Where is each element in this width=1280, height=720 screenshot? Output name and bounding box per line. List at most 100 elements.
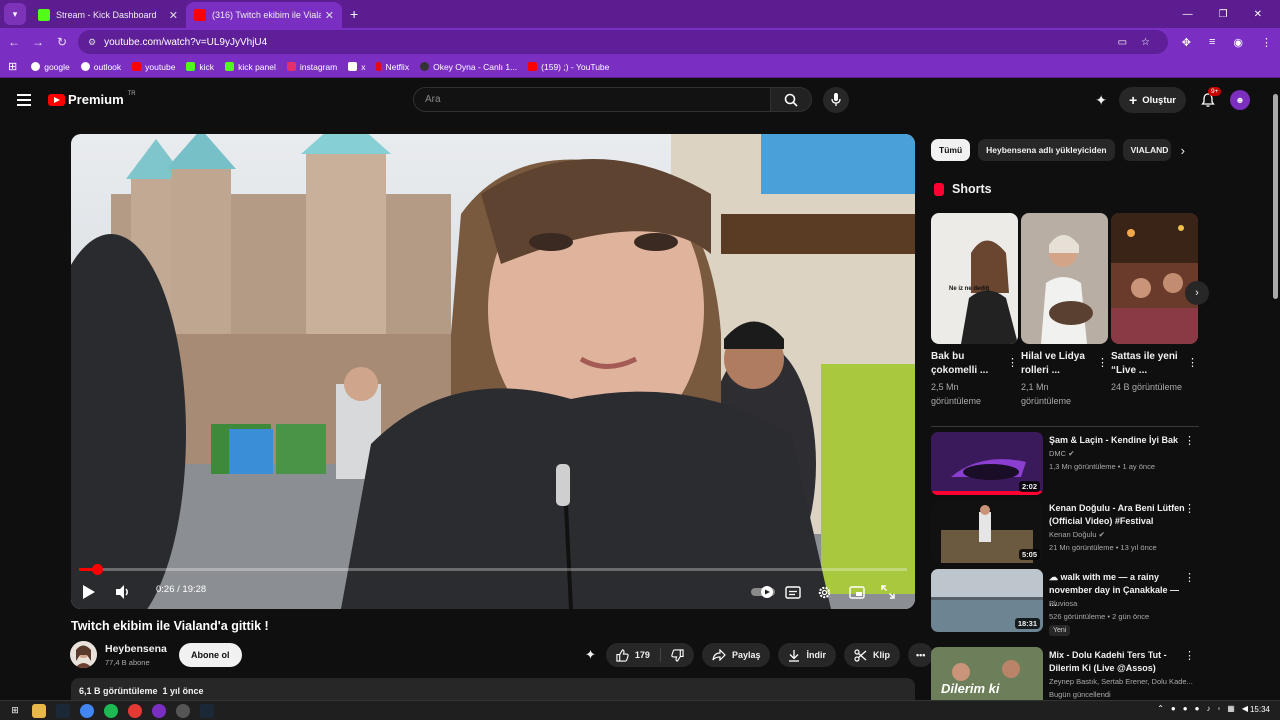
bookmark-star-icon[interactable]: ☆ — [1141, 37, 1150, 48]
extensions-icon[interactable]: ✥ — [1182, 36, 1191, 49]
short-item[interactable]: Hilal ve Lidya rolleri ... 2,1 Mn görünt… — [1021, 213, 1108, 408]
recommendation-item[interactable]: 18:31 ☁ walk with me — a rainy november … — [931, 569, 1201, 636]
chip-all[interactable]: Tümü — [931, 139, 971, 161]
chrome-icon[interactable] — [80, 703, 94, 718]
chevron-up-icon[interactable]: ⌃ — [1157, 704, 1164, 713]
subscribe-button[interactable]: Abone ol — [179, 643, 242, 667]
tab-kick-dashboard[interactable]: Stream - Kick Dashboard ✕ — [30, 2, 186, 28]
play-button[interactable] — [82, 581, 96, 603]
clip-button[interactable]: Klip — [843, 643, 900, 667]
tray-app-icon[interactable]: ● — [1183, 704, 1188, 713]
short-item[interactable]: Ne iz ne dediğ Bak bu çokomelli ... 2,5 … — [931, 213, 1018, 408]
volume-tray-icon[interactable]: ♪ — [1206, 704, 1210, 713]
channel-name[interactable]: Heybensena — [105, 643, 167, 655]
recommendation-item[interactable]: 5:05 Kenan Doğulu - Ara Beni Lütfen (Off… — [931, 500, 1201, 563]
more-vertical-icon[interactable]: ⋮ — [1184, 571, 1195, 584]
create-button[interactable]: + Oluştur — [1119, 87, 1186, 113]
chip-vialand[interactable]: VIALAND — [1122, 139, 1171, 161]
short-item[interactable]: Sattas ile yeni “Live ... 24 B görüntüle… — [1111, 213, 1198, 394]
more-vertical-icon[interactable]: ⋮ — [1097, 356, 1108, 369]
notifications-button[interactable]: 9+ — [1198, 87, 1222, 110]
bookmark-google[interactable]: google — [31, 62, 70, 72]
bookmark-youtube-2[interactable]: (159) ;) - YouTube — [528, 62, 609, 72]
ai-sparkle-icon[interactable]: ✦ — [1095, 92, 1107, 109]
bookmark-okey[interactable]: Okey Oyna - Canlı 1... — [420, 62, 517, 72]
download-button[interactable]: İndir — [778, 643, 836, 667]
video-player[interactable]: 0:26 / 19:28 — [71, 134, 915, 609]
reading-list-icon[interactable]: ≡ — [1209, 36, 1215, 48]
account-avatar[interactable]: ☻ — [1230, 90, 1250, 110]
back-icon[interactable]: ← — [2, 35, 26, 49]
file-explorer-icon[interactable] — [32, 703, 46, 718]
share-button[interactable]: Paylaş — [701, 643, 771, 667]
autoplay-toggle[interactable] — [751, 581, 775, 603]
tray-app-icon[interactable]: ● — [1195, 704, 1200, 713]
ask-ai-icon[interactable]: ✦ — [585, 647, 596, 663]
restore-icon[interactable]: ❐ — [1219, 9, 1228, 20]
views-and-date: 6,1 B görüntüleme 1 yıl önce — [79, 686, 204, 696]
more-actions-button[interactable]: ••• — [907, 643, 934, 667]
progress-bar[interactable] — [79, 564, 907, 575]
opera-icon[interactable] — [128, 703, 142, 718]
channel-avatar[interactable] — [70, 641, 97, 668]
shorts-next-button[interactable]: › — [1185, 281, 1209, 305]
mic-tray-icon[interactable]: ◦ — [1217, 704, 1220, 713]
bookmark-kick[interactable]: kick — [186, 62, 214, 72]
tray-app-icon[interactable]: ● — [1171, 704, 1176, 713]
tab-youtube-video[interactable]: (316) Twitch ekibim ile Vialand'... ✕ — [186, 2, 342, 28]
miniplayer-button[interactable] — [849, 581, 865, 603]
subtitles-button[interactable] — [785, 581, 801, 603]
video-frame — [71, 134, 915, 609]
forward-icon[interactable]: → — [26, 35, 50, 49]
bookmark-youtube[interactable]: youtube — [132, 62, 175, 72]
settings-button[interactable] — [817, 581, 832, 603]
page-scrollbar[interactable] — [1271, 80, 1280, 700]
windows-start-icon[interactable]: ⊞ — [8, 704, 22, 718]
more-vertical-icon[interactable]: ⋮ — [1007, 356, 1018, 369]
dislike-button[interactable] — [661, 643, 694, 667]
bookmark-instagram[interactable]: instagram — [286, 62, 337, 72]
steam-icon[interactable] — [56, 703, 70, 718]
reload-icon[interactable]: ↻ — [50, 35, 74, 49]
search-input[interactable]: Ara — [413, 87, 770, 112]
search-button[interactable] — [770, 87, 812, 112]
recommendation-item[interactable]: 2:02 Şam & Laçin - Kendine İyi Bak DMC ✔… — [931, 432, 1201, 495]
menu-icon[interactable]: ⋮ — [1261, 36, 1272, 49]
new-tab-icon[interactable]: + — [350, 6, 358, 22]
cast-icon[interactable]: ▭ — [1118, 37, 1127, 48]
steam-2-icon[interactable] — [200, 703, 214, 718]
speaker-icon[interactable]: ◀ — [1242, 704, 1248, 713]
close-tab-icon[interactable]: ✕ — [169, 9, 178, 22]
network-icon[interactable]: ▦ — [1227, 704, 1235, 713]
spotify-icon[interactable] — [104, 703, 118, 718]
voice-search-button[interactable] — [823, 87, 849, 113]
like-button[interactable]: 179 — [606, 643, 660, 667]
more-vertical-icon[interactable]: ⋮ — [1187, 356, 1198, 369]
chip-from-uploader[interactable]: Heybensena adlı yükleyiciden — [978, 139, 1115, 161]
bookmark-netflix[interactable]: Netflix — [376, 62, 409, 72]
youtube-premium-logo[interactable]: Premium TR — [48, 91, 136, 107]
tab-search-icon[interactable]: ▾ — [4, 3, 26, 25]
scrollbar-thumb[interactable] — [1273, 94, 1278, 299]
more-vertical-icon[interactable]: ⋮ — [1184, 434, 1195, 447]
minimize-icon[interactable]: — — [1183, 9, 1193, 20]
bookmark-outlook[interactable]: outlook — [80, 62, 121, 72]
address-bar[interactable]: ⚙ youtube.com/watch?v=UL9yJyVhjU4 ▭ ☆ — [78, 30, 1168, 54]
profile-icon[interactable]: ◉ — [1233, 36, 1243, 49]
guide-menu-icon[interactable] — [17, 94, 31, 106]
close-window-icon[interactable]: ✕ — [1254, 9, 1262, 20]
more-vertical-icon[interactable]: ⋮ — [1184, 649, 1195, 662]
new-badge: Yeni — [1049, 625, 1071, 636]
apps-icon[interactable]: ⊞ — [8, 60, 17, 73]
netflix-icon — [376, 62, 382, 71]
chrome-profile-icon[interactable] — [152, 703, 166, 718]
chevron-right-icon[interactable]: › — [1181, 143, 1185, 158]
close-tab-icon[interactable]: ✕ — [325, 9, 334, 22]
fullscreen-button[interactable] — [881, 581, 895, 603]
site-info-icon[interactable]: ⚙ — [88, 37, 96, 48]
mute-button[interactable] — [115, 581, 131, 603]
bookmark-kick-panel[interactable]: kick panel — [225, 62, 276, 72]
bookmark-x[interactable]: x — [348, 62, 365, 72]
more-vertical-icon[interactable]: ⋮ — [1184, 502, 1195, 515]
obs-icon[interactable] — [176, 703, 190, 718]
